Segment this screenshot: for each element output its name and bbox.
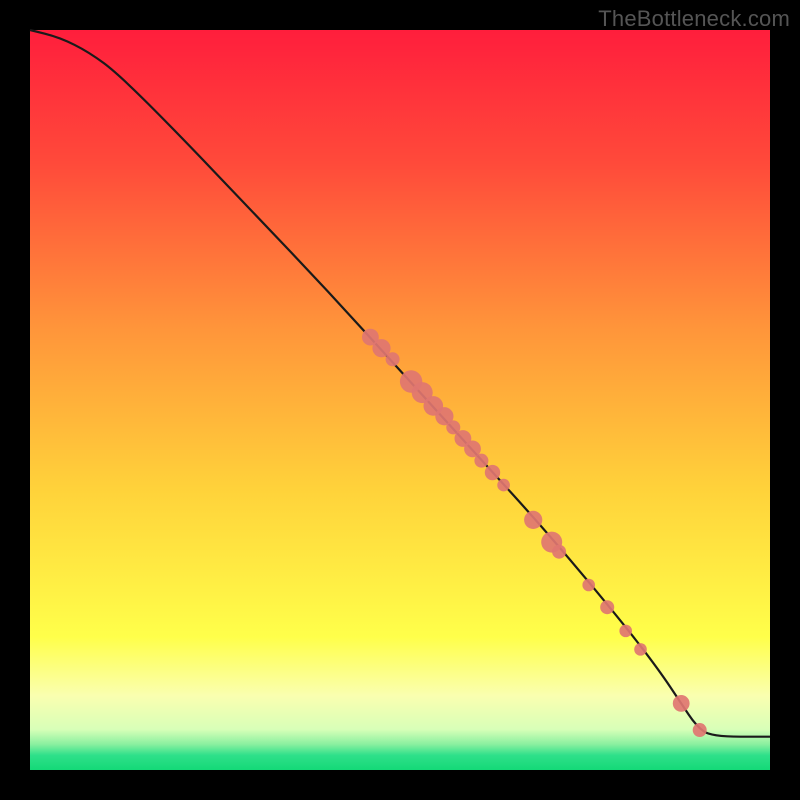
data-point [619, 625, 632, 638]
data-point [485, 465, 500, 480]
bottleneck-curve [30, 30, 770, 737]
data-point [693, 723, 707, 737]
data-point [673, 695, 690, 712]
data-point [600, 600, 614, 614]
plot-area [30, 30, 770, 770]
data-point [634, 643, 647, 656]
chart-frame: TheBottleneck.com [0, 0, 800, 800]
data-point [524, 511, 542, 529]
data-point [552, 545, 566, 559]
data-point [386, 352, 400, 366]
data-point [582, 579, 595, 592]
curve-layer [30, 30, 770, 770]
watermark-text: TheBottleneck.com [598, 6, 790, 32]
data-point [497, 479, 510, 492]
data-point [474, 454, 488, 468]
